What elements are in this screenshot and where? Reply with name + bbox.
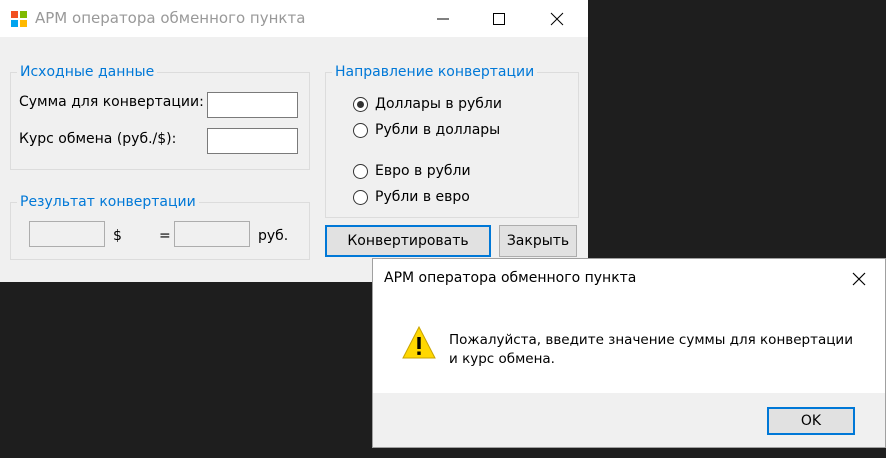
radio-rub-to-usd-label: Рубли в доллары — [375, 122, 501, 138]
rate-input[interactable] — [207, 128, 298, 154]
radio-rub-to-usd-dot — [353, 123, 368, 138]
radio-rub-to-eur-dot — [353, 190, 368, 205]
close-button[interactable]: Закрыть — [499, 225, 577, 257]
currency-from-label: $ — [113, 228, 122, 244]
dialog-footer: OK — [373, 393, 885, 447]
radio-usd-to-rub-label: Доллары в рубли — [375, 96, 502, 112]
input-group-legend: Исходные данные — [20, 64, 155, 80]
result-to-field[interactable] — [174, 221, 250, 247]
radio-eur-to-rub-label: Евро в рубли — [375, 163, 471, 179]
amount-label: Сумма для конвертации: — [19, 94, 204, 110]
minimize-icon — [437, 18, 449, 20]
dialog-message: Пожалуйста, введите значение суммы для к… — [449, 332, 853, 367]
result-group-legend: Результат конвертации — [20, 194, 196, 210]
window-title: АРМ оператора обменного пункта — [35, 9, 306, 27]
main-window: АРМ оператора обменного пункта Исходные … — [0, 0, 588, 282]
maximize-icon — [493, 13, 505, 25]
dialog-title: АРМ оператора обменного пункта — [384, 270, 637, 286]
radio-rub-to-eur-label: Рубли в евро — [375, 189, 470, 205]
radio-eur-to-rub-dot — [353, 164, 368, 179]
maximize-button[interactable] — [476, 0, 522, 37]
title-bar[interactable]: АРМ оператора обменного пункта — [0, 0, 588, 37]
rate-label: Курс обмена (руб./$): — [19, 131, 177, 147]
direction-group-legend: Направление конвертации — [335, 64, 535, 80]
ok-button[interactable]: OK — [767, 407, 855, 435]
result-from-field[interactable] — [29, 221, 105, 247]
close-icon — [550, 12, 564, 26]
close-window-button[interactable] — [534, 0, 580, 37]
app-icon — [11, 11, 27, 27]
warning-icon — [402, 325, 436, 359]
minimize-button[interactable] — [420, 0, 466, 37]
equals-label: = — [159, 228, 171, 244]
dialog-close-icon[interactable] — [851, 271, 867, 287]
message-dialog: АРМ оператора обменного пункта Пожалуйст… — [372, 258, 886, 448]
amount-input[interactable] — [207, 92, 298, 118]
convert-button[interactable]: Конвертировать — [325, 225, 491, 257]
radio-usd-to-rub-dot — [353, 97, 368, 112]
currency-to-label: руб. — [258, 228, 289, 244]
